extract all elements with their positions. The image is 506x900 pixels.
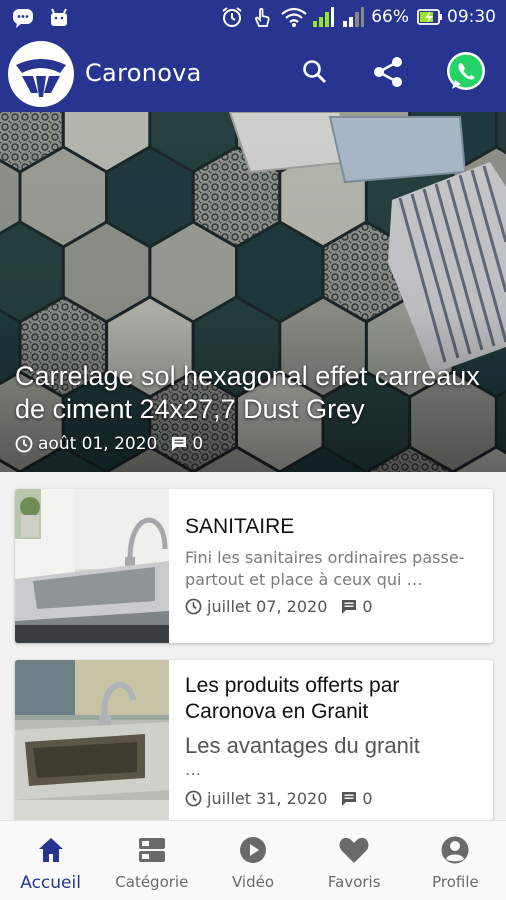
account-circle-icon	[440, 833, 470, 867]
post-card[interactable]: Les produits offerts par Caronova en Gra…	[15, 660, 493, 820]
clock-time: 09:30	[447, 7, 496, 27]
post-comment-count: 0	[362, 597, 373, 616]
share-button[interactable]	[366, 52, 410, 96]
featured-post[interactable]: Carrelage sol hexagonal effet carreaux d…	[0, 112, 506, 472]
search-button[interactable]	[293, 52, 337, 96]
post-excerpt: Fini les sanitaires ordinaires passe-par…	[185, 548, 465, 589]
nav-label: Accueil	[20, 873, 81, 893]
chat-notification-icon	[12, 7, 34, 29]
clock-icon	[185, 598, 202, 615]
alarm-icon	[221, 6, 243, 28]
play-circle-icon	[238, 833, 268, 867]
nav-label: Catégorie	[115, 873, 189, 891]
post-date: juillet 07, 2020	[207, 597, 328, 616]
nav-label: Vidéo	[231, 873, 275, 891]
whatsapp-button[interactable]	[444, 52, 488, 96]
wifi-icon	[281, 6, 307, 28]
clock-icon	[185, 790, 202, 807]
status-bar: 66% 09:30	[0, 0, 506, 36]
post-thumbnail	[15, 660, 169, 820]
post-card[interactable]: SANITAIRE Fini les sanitaires ordinaires…	[15, 489, 493, 643]
clock-icon	[15, 435, 33, 453]
comment-icon	[341, 791, 357, 807]
nav-label: Profile	[432, 873, 479, 891]
touch-icon	[251, 6, 273, 28]
search-icon	[301, 58, 329, 90]
nav-item-categorie[interactable]: Catégorie	[101, 821, 202, 900]
featured-comment-count: 0	[192, 434, 204, 454]
battery-percentage: 66%	[371, 7, 409, 27]
home-icon	[36, 833, 66, 867]
signal-2-icon	[341, 6, 365, 28]
whatsapp-icon	[445, 51, 487, 97]
post-date: juillet 31, 2020	[207, 789, 328, 808]
post-excerpt-ellipsis: …	[185, 760, 201, 779]
post-meta: juillet 07, 2020 0	[185, 597, 373, 616]
app-title: Caronova	[85, 59, 202, 87]
category-icon	[137, 833, 167, 867]
battery-charging-icon	[417, 6, 442, 28]
comment-icon	[171, 436, 187, 452]
bottom-navigation: Accueil Catégorie Vidéo Favoris Profile	[0, 820, 506, 900]
post-title: Les produits offerts par Caronova en Gra…	[185, 674, 400, 723]
android-icon	[48, 7, 70, 29]
caronova-logo[interactable]	[8, 41, 74, 107]
featured-title: Carrelage sol hexagonal effet carreaux d…	[15, 361, 480, 424]
featured-date: août 01, 2020	[38, 434, 158, 454]
signal-icon	[311, 6, 335, 28]
featured-meta: août 01, 2020 0	[15, 434, 203, 454]
nav-item-accueil[interactable]: Accueil	[0, 821, 101, 900]
app-bar: Caronova	[0, 36, 506, 112]
post-thumbnail	[15, 489, 169, 643]
comment-icon	[341, 599, 357, 615]
heart-icon	[338, 833, 370, 867]
nav-item-favoris[interactable]: Favoris	[304, 821, 405, 900]
post-excerpt: Les avantages du granit	[185, 733, 420, 758]
share-icon	[370, 54, 406, 94]
nav-item-profile[interactable]: Profile	[405, 821, 506, 900]
nav-item-video[interactable]: Vidéo	[202, 821, 303, 900]
post-title: SANITAIRE	[185, 515, 295, 538]
nav-label: Favoris	[327, 873, 381, 891]
post-comment-count: 0	[362, 789, 373, 808]
post-meta: juillet 31, 2020 0	[185, 789, 373, 808]
